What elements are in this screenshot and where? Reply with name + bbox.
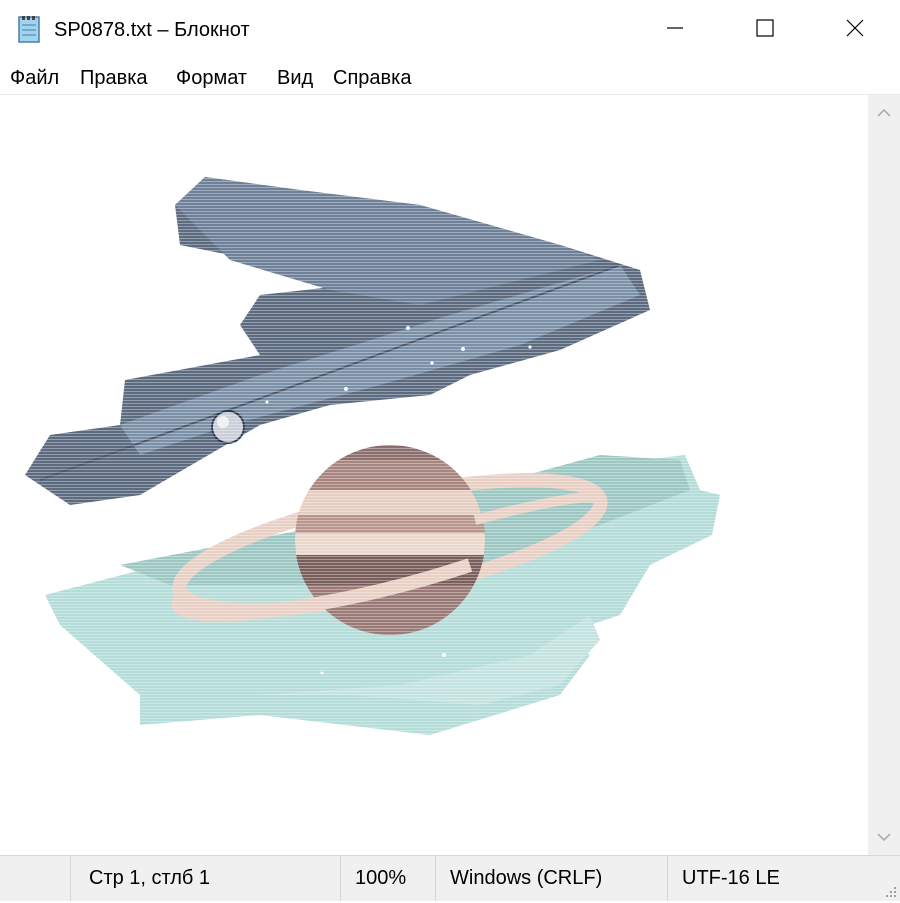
chevron-down-icon bbox=[876, 828, 892, 847]
maximize-button[interactable] bbox=[720, 0, 810, 60]
close-button[interactable] bbox=[810, 0, 900, 60]
vertical-scrollbar[interactable] bbox=[868, 95, 900, 855]
minimize-button[interactable] bbox=[630, 0, 720, 60]
scroll-up-button[interactable] bbox=[868, 95, 900, 131]
menu-file[interactable]: Файл bbox=[10, 65, 59, 91]
text-editor[interactable] bbox=[0, 95, 868, 855]
notepad-icon bbox=[16, 15, 44, 45]
status-line-ending: Windows (CRLF) bbox=[435, 856, 667, 901]
minimize-icon bbox=[665, 18, 685, 42]
status-zoom: 100% bbox=[340, 856, 435, 901]
close-icon bbox=[845, 18, 865, 42]
chevron-up-icon bbox=[876, 104, 892, 123]
title-bar[interactable]: SP0878.txt – Блокнот bbox=[0, 0, 900, 60]
menu-help[interactable]: Справка bbox=[333, 65, 411, 91]
status-bar: Стр 1, стлб 1 100% Windows (CRLF) UTF-16… bbox=[0, 855, 900, 901]
status-position: Стр 1, стлб 1 bbox=[70, 856, 340, 901]
ascii-art-saturn-icon bbox=[0, 95, 868, 855]
resize-grip-icon[interactable] bbox=[882, 883, 898, 899]
menu-edit[interactable]: Правка bbox=[80, 65, 148, 91]
status-encoding: UTF-16 LE bbox=[667, 856, 867, 901]
maximize-icon bbox=[755, 18, 775, 42]
scroll-down-button[interactable] bbox=[868, 819, 900, 855]
window-title: SP0878.txt – Блокнот bbox=[54, 19, 250, 41]
menu-format[interactable]: Формат bbox=[176, 65, 247, 91]
menu-view[interactable]: Вид bbox=[277, 65, 313, 91]
menu-bar: Файл Правка Формат Вид Справка bbox=[0, 62, 900, 95]
